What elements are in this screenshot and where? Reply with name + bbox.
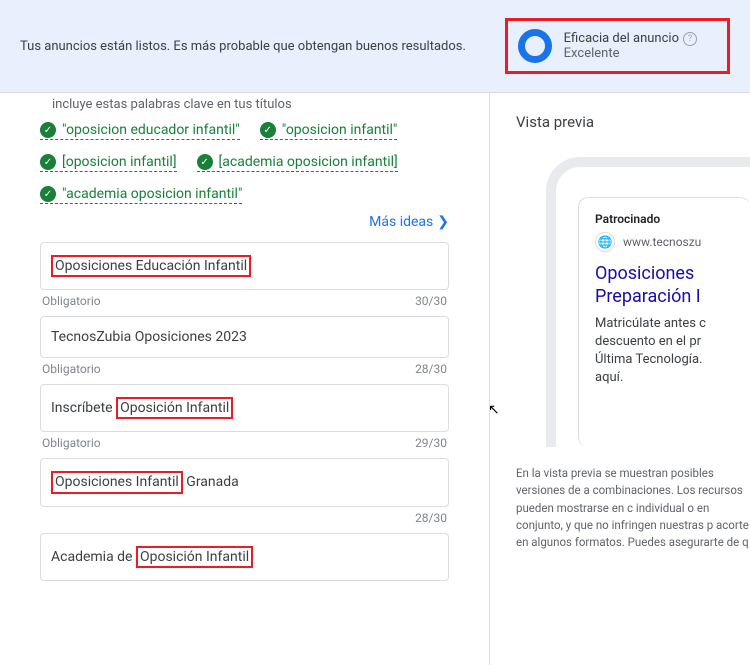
check-icon: ✓ (40, 122, 56, 138)
check-icon: ✓ (40, 154, 56, 170)
keyword-chip[interactable]: ✓ "oposicion infantil" (260, 122, 398, 140)
strength-title: Eficacia del anuncio ? (564, 31, 697, 46)
headline-input[interactable]: Academia de Oposición Infantil (40, 533, 449, 581)
ad-preview-card: Patrocinado 🌐 www.tecnoszu Oposiciones P… (578, 197, 750, 447)
cursor-icon: ↖ (488, 402, 500, 418)
required-label: Obligatorio (42, 436, 101, 450)
keyword-chip[interactable]: ✓ [oposicion infantil] (40, 154, 177, 172)
char-count: 28/30 (415, 511, 447, 525)
keyword-chip[interactable]: ✓ "oposicion educador infantil" (40, 122, 240, 140)
ad-description: Matricúlate antes c descuento en el pr Ú… (595, 315, 750, 388)
char-count: 30/30 (415, 294, 447, 308)
strength-value: Excelente (564, 46, 697, 61)
ad-url: www.tecnoszu (623, 235, 701, 249)
keyword-intro: incluye estas palabras clave en tus títu… (52, 97, 449, 112)
left-panel: incluye estas palabras clave en tus títu… (0, 93, 490, 665)
headline-block: Oposiciones Infantil Granada 28/30 (40, 458, 449, 530)
strength-circle-icon (518, 29, 552, 63)
help-icon[interactable]: ? (683, 32, 697, 46)
ad-strength-box: Eficacia del anuncio ? Excelente (505, 18, 730, 74)
keyword-chip[interactable]: ✓ "academia oposicion infantil" (40, 186, 242, 204)
chevron-right-icon: ❯ (437, 214, 449, 230)
headline-input[interactable]: Oposiciones Educación Infantil (40, 242, 449, 290)
required-label: Obligatorio (42, 294, 101, 308)
preview-note: En la vista previa se muestran posibles … (516, 465, 750, 551)
keyword-list: ✓ "oposicion educador infantil" ✓ "oposi… (40, 122, 449, 204)
required-label: Obligatorio (42, 362, 101, 376)
status-banner: Tus anuncios están listos. Es más probab… (0, 0, 750, 93)
check-icon: ✓ (260, 122, 276, 138)
globe-icon: 🌐 (595, 232, 615, 252)
check-icon: ✓ (197, 154, 213, 170)
sponsored-label: Patrocinado (595, 212, 750, 226)
headline-input[interactable]: Oposiciones Infantil Granada (40, 458, 449, 506)
ad-headline: Oposiciones Preparación I (595, 262, 750, 309)
more-ideas-link[interactable]: Más ideas ❯ (40, 214, 449, 230)
headline-block: Academia de Oposición Infantil (40, 533, 449, 581)
right-panel: Vista previa Patrocinado 🌐 www.tecnoszu … (490, 93, 750, 665)
char-count: 29/30 (415, 436, 447, 450)
headline-block: Oposiciones Educación Infantil Obligator… (40, 242, 449, 314)
preview-title: Vista previa (516, 113, 750, 131)
keyword-chip[interactable]: ✓ [academia oposicion infantil] (197, 154, 398, 172)
banner-message: Tus anuncios están listos. Es más probab… (20, 39, 466, 54)
headline-block: TecnosZubia Oposiciones 2023 Obligatorio… (40, 316, 449, 382)
char-count: 28/30 (415, 362, 447, 376)
headline-block: Inscríbete Oposición Infantil Obligatori… (40, 384, 449, 456)
phone-frame: Patrocinado 🌐 www.tecnoszu Oposiciones P… (546, 157, 750, 447)
ad-url-row: 🌐 www.tecnoszu (595, 232, 750, 252)
headline-input[interactable]: Inscríbete Oposición Infantil (40, 384, 449, 432)
headline-input[interactable]: TecnosZubia Oposiciones 2023 (40, 316, 449, 358)
check-icon: ✓ (40, 186, 56, 202)
